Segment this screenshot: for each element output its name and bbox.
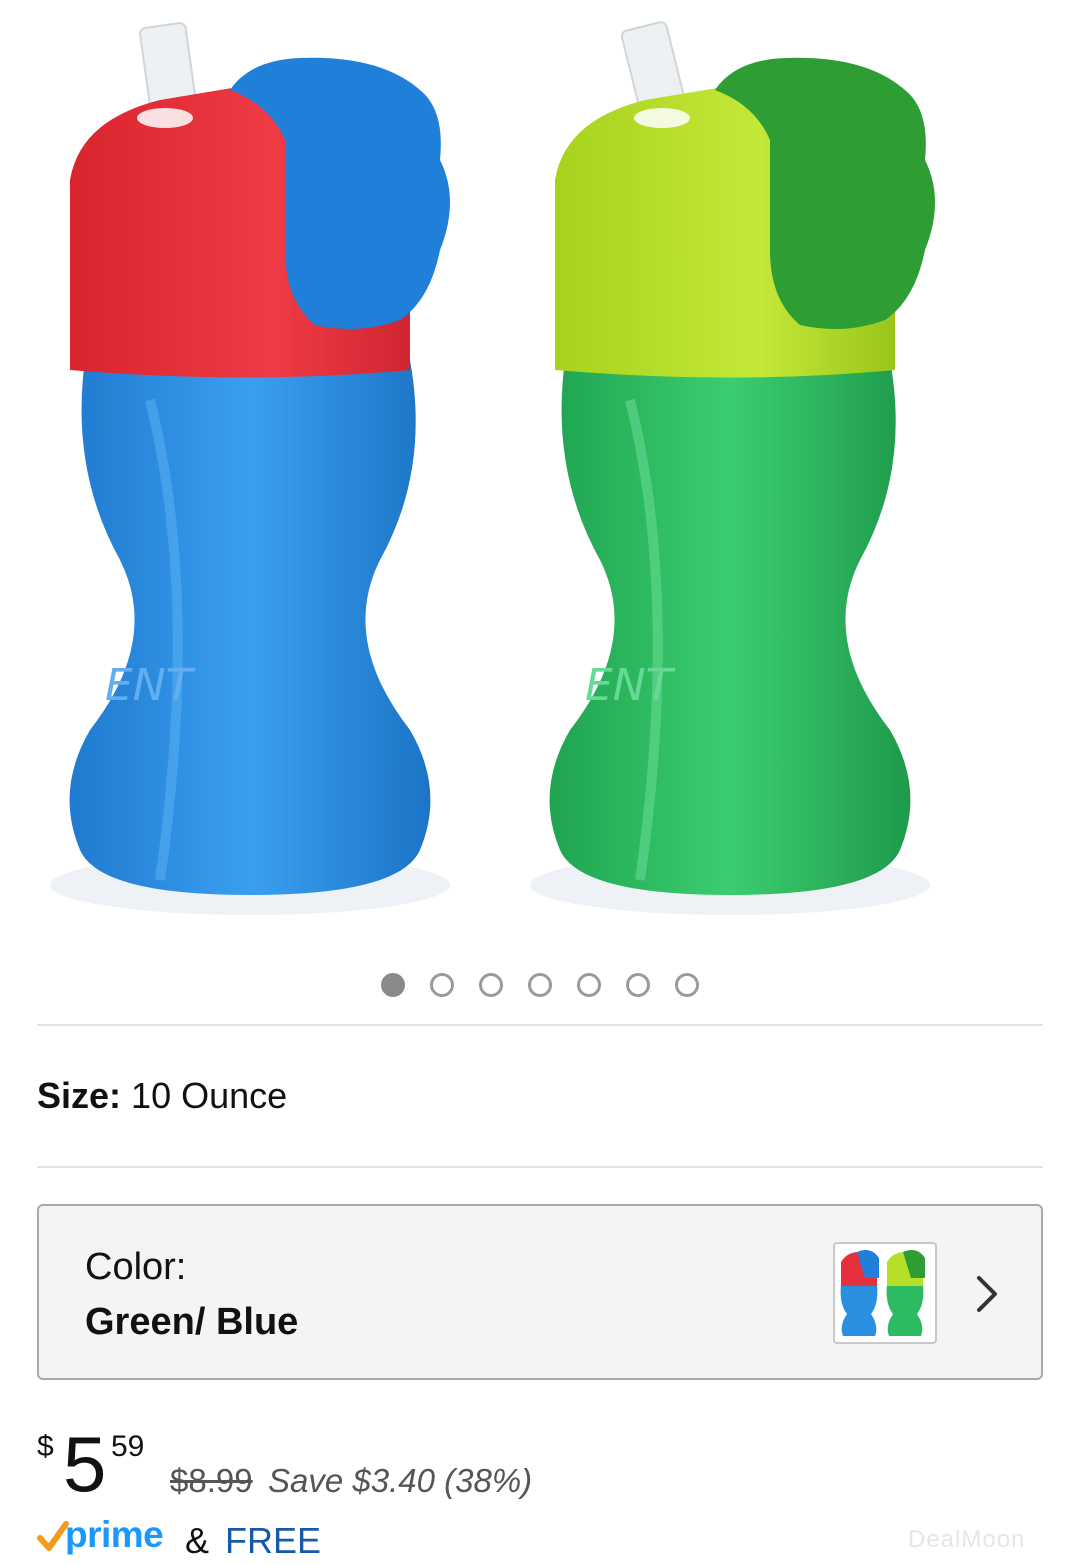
pagination-dot[interactable] <box>675 973 699 997</box>
color-swatch-thumbnail <box>833 1242 937 1344</box>
color-selector-button[interactable]: Color: Green/ Blue <box>37 1204 1043 1380</box>
size-label: Size: <box>37 1075 122 1116</box>
product-image-gallery[interactable]: ENT ENT <box>0 0 1080 940</box>
savings-text: Save $3.40 (38%) <box>268 1462 533 1499</box>
original-price: $8.99 <box>170 1462 253 1499</box>
price-currency: $ <box>37 1430 54 1463</box>
pagination-dot[interactable] <box>577 973 601 997</box>
color-label: Color: <box>85 1246 187 1288</box>
image-pagination-dots <box>0 973 1080 997</box>
pagination-dot[interactable] <box>626 973 650 997</box>
prime-logo: prime <box>65 1514 164 1555</box>
pagination-dot[interactable] <box>381 973 405 997</box>
divider <box>37 1166 1043 1168</box>
watermark: DealMoon <box>908 1526 1026 1553</box>
color-value: Green/ Blue <box>85 1301 299 1343</box>
pagination-dot[interactable] <box>479 973 503 997</box>
price-whole: 5 <box>63 1420 107 1508</box>
blue-red-cup: ENT <box>50 22 450 915</box>
product-image: ENT ENT <box>50 21 935 915</box>
size-value: 10 Ounce <box>131 1075 288 1116</box>
ampersand: & <box>185 1520 210 1561</box>
free-returns-link[interactable]: FREE Returns <box>225 1520 351 1564</box>
divider <box>37 1024 1043 1026</box>
size-selector[interactable]: Size: 10 Ounce <box>37 1075 287 1117</box>
chevron-right-icon <box>977 1276 997 1312</box>
svg-text:ENT: ENT <box>105 660 196 711</box>
pagination-dot[interactable] <box>528 973 552 997</box>
price-cents: 59 <box>111 1430 145 1463</box>
green-lime-cup: ENT <box>530 21 935 915</box>
svg-text:ENT: ENT <box>585 660 676 711</box>
pagination-dot[interactable] <box>430 973 454 997</box>
